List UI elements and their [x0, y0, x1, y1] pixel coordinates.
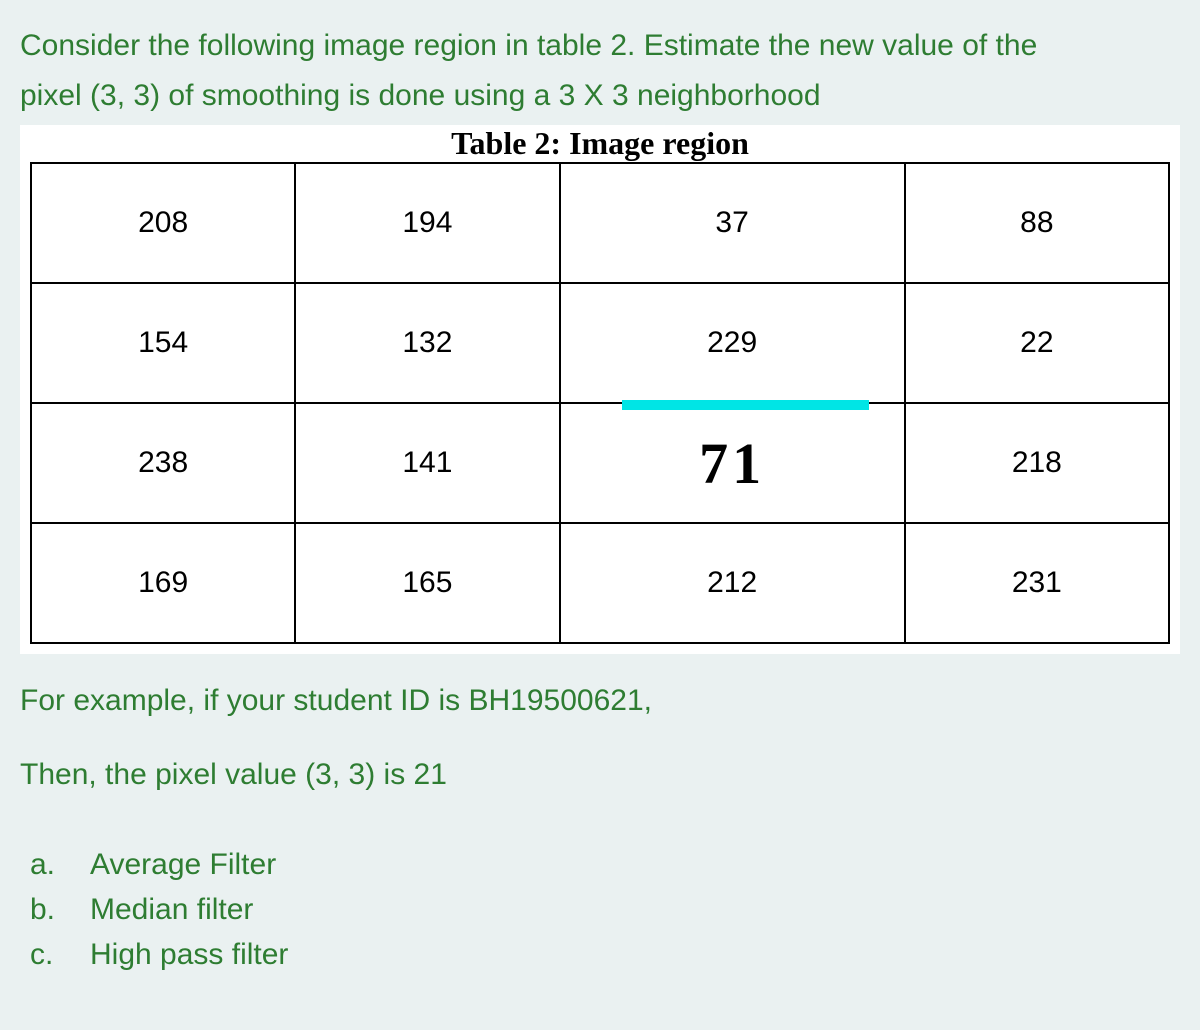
table-cell: 229: [560, 283, 905, 403]
table-cell: 194: [295, 163, 559, 283]
option-label: Median filter: [90, 887, 1180, 932]
handwritten-value: 71: [699, 430, 765, 497]
table-row: 238 141 71 218: [31, 403, 1169, 523]
table-container: Table 2: Image region 208 194 37 88 154 …: [20, 125, 1180, 654]
table-cell: 212: [560, 523, 905, 643]
highlight-bar: [622, 400, 869, 410]
table-title: Table 2: Image region: [30, 125, 1170, 162]
option-label: High pass filter: [90, 932, 1180, 977]
question-line-2: pixel (3, 3) of smoothing is done using …: [20, 75, 1180, 117]
pixel-3-3-cell: 71: [560, 403, 905, 523]
option-letter: a.: [20, 842, 90, 887]
option-letter: c.: [20, 932, 90, 977]
option-letter: b.: [20, 887, 90, 932]
table-cell: 231: [905, 523, 1169, 643]
table-cell: 218: [905, 403, 1169, 523]
table-cell: 22: [905, 283, 1169, 403]
table-cell: 165: [295, 523, 559, 643]
table-cell: 132: [295, 283, 559, 403]
option-label: Average Filter: [90, 842, 1180, 887]
example-line-2: Then, the pixel value (3, 3) is 21: [20, 748, 1180, 802]
table-cell: 169: [31, 523, 295, 643]
options-list: a. Average Filter b. Median filter c. Hi…: [20, 842, 1180, 977]
table-row: 154 132 229 22: [31, 283, 1169, 403]
table-cell: 141: [295, 403, 559, 523]
image-region-table: 208 194 37 88 154 132 229 22 238 141 71 …: [30, 162, 1170, 644]
option-a: a. Average Filter: [20, 842, 1180, 887]
table-row: 208 194 37 88: [31, 163, 1169, 283]
table-cell: 208: [31, 163, 295, 283]
example-line-1: For example, if your student ID is BH195…: [20, 674, 1180, 728]
option-b: b. Median filter: [20, 887, 1180, 932]
table-cell: 88: [905, 163, 1169, 283]
table-cell: 154: [31, 283, 295, 403]
table-cell: 37: [560, 163, 905, 283]
question-line-1: Consider the following image region in t…: [20, 25, 1180, 67]
option-c: c. High pass filter: [20, 932, 1180, 977]
table-row: 169 165 212 231: [31, 523, 1169, 643]
table-cell: 238: [31, 403, 295, 523]
